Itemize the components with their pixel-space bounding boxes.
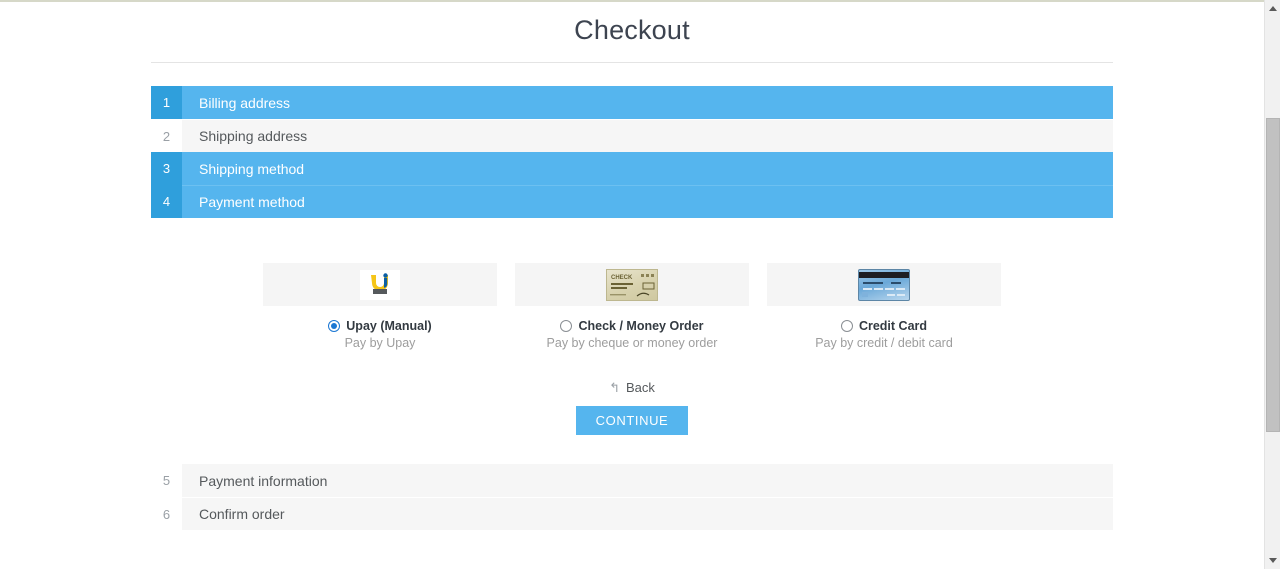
check-document-icon: CHECK (606, 268, 658, 301)
step-row-shipping-method[interactable]: 3 Shipping method (151, 152, 1113, 186)
back-arrow-icon: ↰ (609, 380, 620, 396)
scrollbar-up-button[interactable] (1265, 0, 1280, 17)
back-button-label: Back (626, 380, 655, 396)
scroll-up-arrow-icon (1269, 6, 1277, 11)
step-label-payment-method: Payment method (182, 185, 1113, 219)
payment-method-options: Upay (Manual) Pay by Upay CHECK Check / … (151, 263, 1113, 350)
step-number: 4 (151, 185, 182, 219)
payment-option-description: Pay by Upay (344, 336, 416, 351)
step-row-payment-method[interactable]: 4 Payment method (151, 185, 1113, 219)
radio-upay[interactable] (328, 320, 341, 333)
radio-credit-card[interactable] (840, 320, 853, 333)
browser-viewport: Checkout 1 Billing address 2 Shipping ad… (0, 0, 1264, 569)
payment-method-section: Upay (Manual) Pay by Upay CHECK Check / … (151, 218, 1113, 436)
scrollbar-thumb[interactable] (1266, 118, 1280, 432)
checkout-page: Checkout 1 Billing address 2 Shipping ad… (0, 0, 1264, 531)
payment-option-description: Pay by credit / debit card (815, 336, 953, 351)
step-label-billing-address: Billing address (182, 86, 1113, 120)
step-row-payment-information[interactable]: 5 Payment information (151, 464, 1113, 498)
step-number: 5 (151, 464, 182, 498)
step-number: 1 (151, 86, 182, 120)
payment-option-label-row[interactable]: Check / Money Order (515, 319, 749, 333)
payment-option-description: Pay by cheque or money order (546, 336, 718, 351)
continue-button[interactable]: CONTINUE (576, 406, 688, 436)
step-number: 2 (151, 119, 182, 153)
scrollbar-down-button[interactable] (1265, 552, 1280, 569)
payment-option-thumbnail (263, 263, 497, 307)
payment-option-label-row[interactable]: Upay (Manual) (263, 319, 497, 333)
payment-option-thumbnail (767, 263, 1001, 307)
step-number: 3 (151, 152, 182, 186)
radio-check-money-order[interactable] (560, 320, 573, 333)
back-button[interactable]: ↰ Back (609, 380, 655, 395)
payment-option-name: Upay (Manual) (346, 319, 432, 334)
payment-option-upay[interactable]: Upay (Manual) Pay by Upay (263, 263, 497, 350)
page-title: Checkout (574, 15, 690, 45)
step-row-confirm-order[interactable]: 6 Confirm order (151, 497, 1113, 531)
page-header: Checkout (151, 14, 1113, 64)
payment-option-check-money-order[interactable]: CHECK Check / Money Order Pay by cheque … (515, 263, 749, 350)
checkout-steps-top: 1 Billing address 2 Shipping address 3 S… (151, 86, 1113, 219)
step-label-payment-information: Payment information (182, 464, 1113, 498)
step-number: 6 (151, 497, 182, 531)
credit-card-icon (858, 268, 910, 301)
payment-option-credit-card[interactable]: Credit Card Pay by credit / debit card (767, 263, 1001, 350)
svg-text:CHECK: CHECK (611, 275, 633, 281)
upay-logo-icon (360, 269, 400, 300)
vertical-scrollbar[interactable] (1264, 0, 1280, 569)
step-label-shipping-address: Shipping address (182, 119, 1113, 153)
payment-option-name: Credit Card (858, 319, 928, 334)
step-label-confirm-order: Confirm order (182, 497, 1113, 531)
form-actions: ↰ Back CONTINUE (151, 350, 1113, 436)
step-row-billing-address[interactable]: 1 Billing address (151, 86, 1113, 120)
scroll-down-arrow-icon (1269, 558, 1277, 563)
payment-option-thumbnail: CHECK (515, 263, 749, 307)
step-label-shipping-method: Shipping method (182, 152, 1113, 186)
payment-option-label-row[interactable]: Credit Card (767, 319, 1001, 333)
payment-option-name: Check / Money Order (578, 319, 704, 334)
checkout-steps-bottom: 5 Payment information 6 Confirm order (151, 464, 1113, 531)
step-row-shipping-address[interactable]: 2 Shipping address (151, 119, 1113, 153)
